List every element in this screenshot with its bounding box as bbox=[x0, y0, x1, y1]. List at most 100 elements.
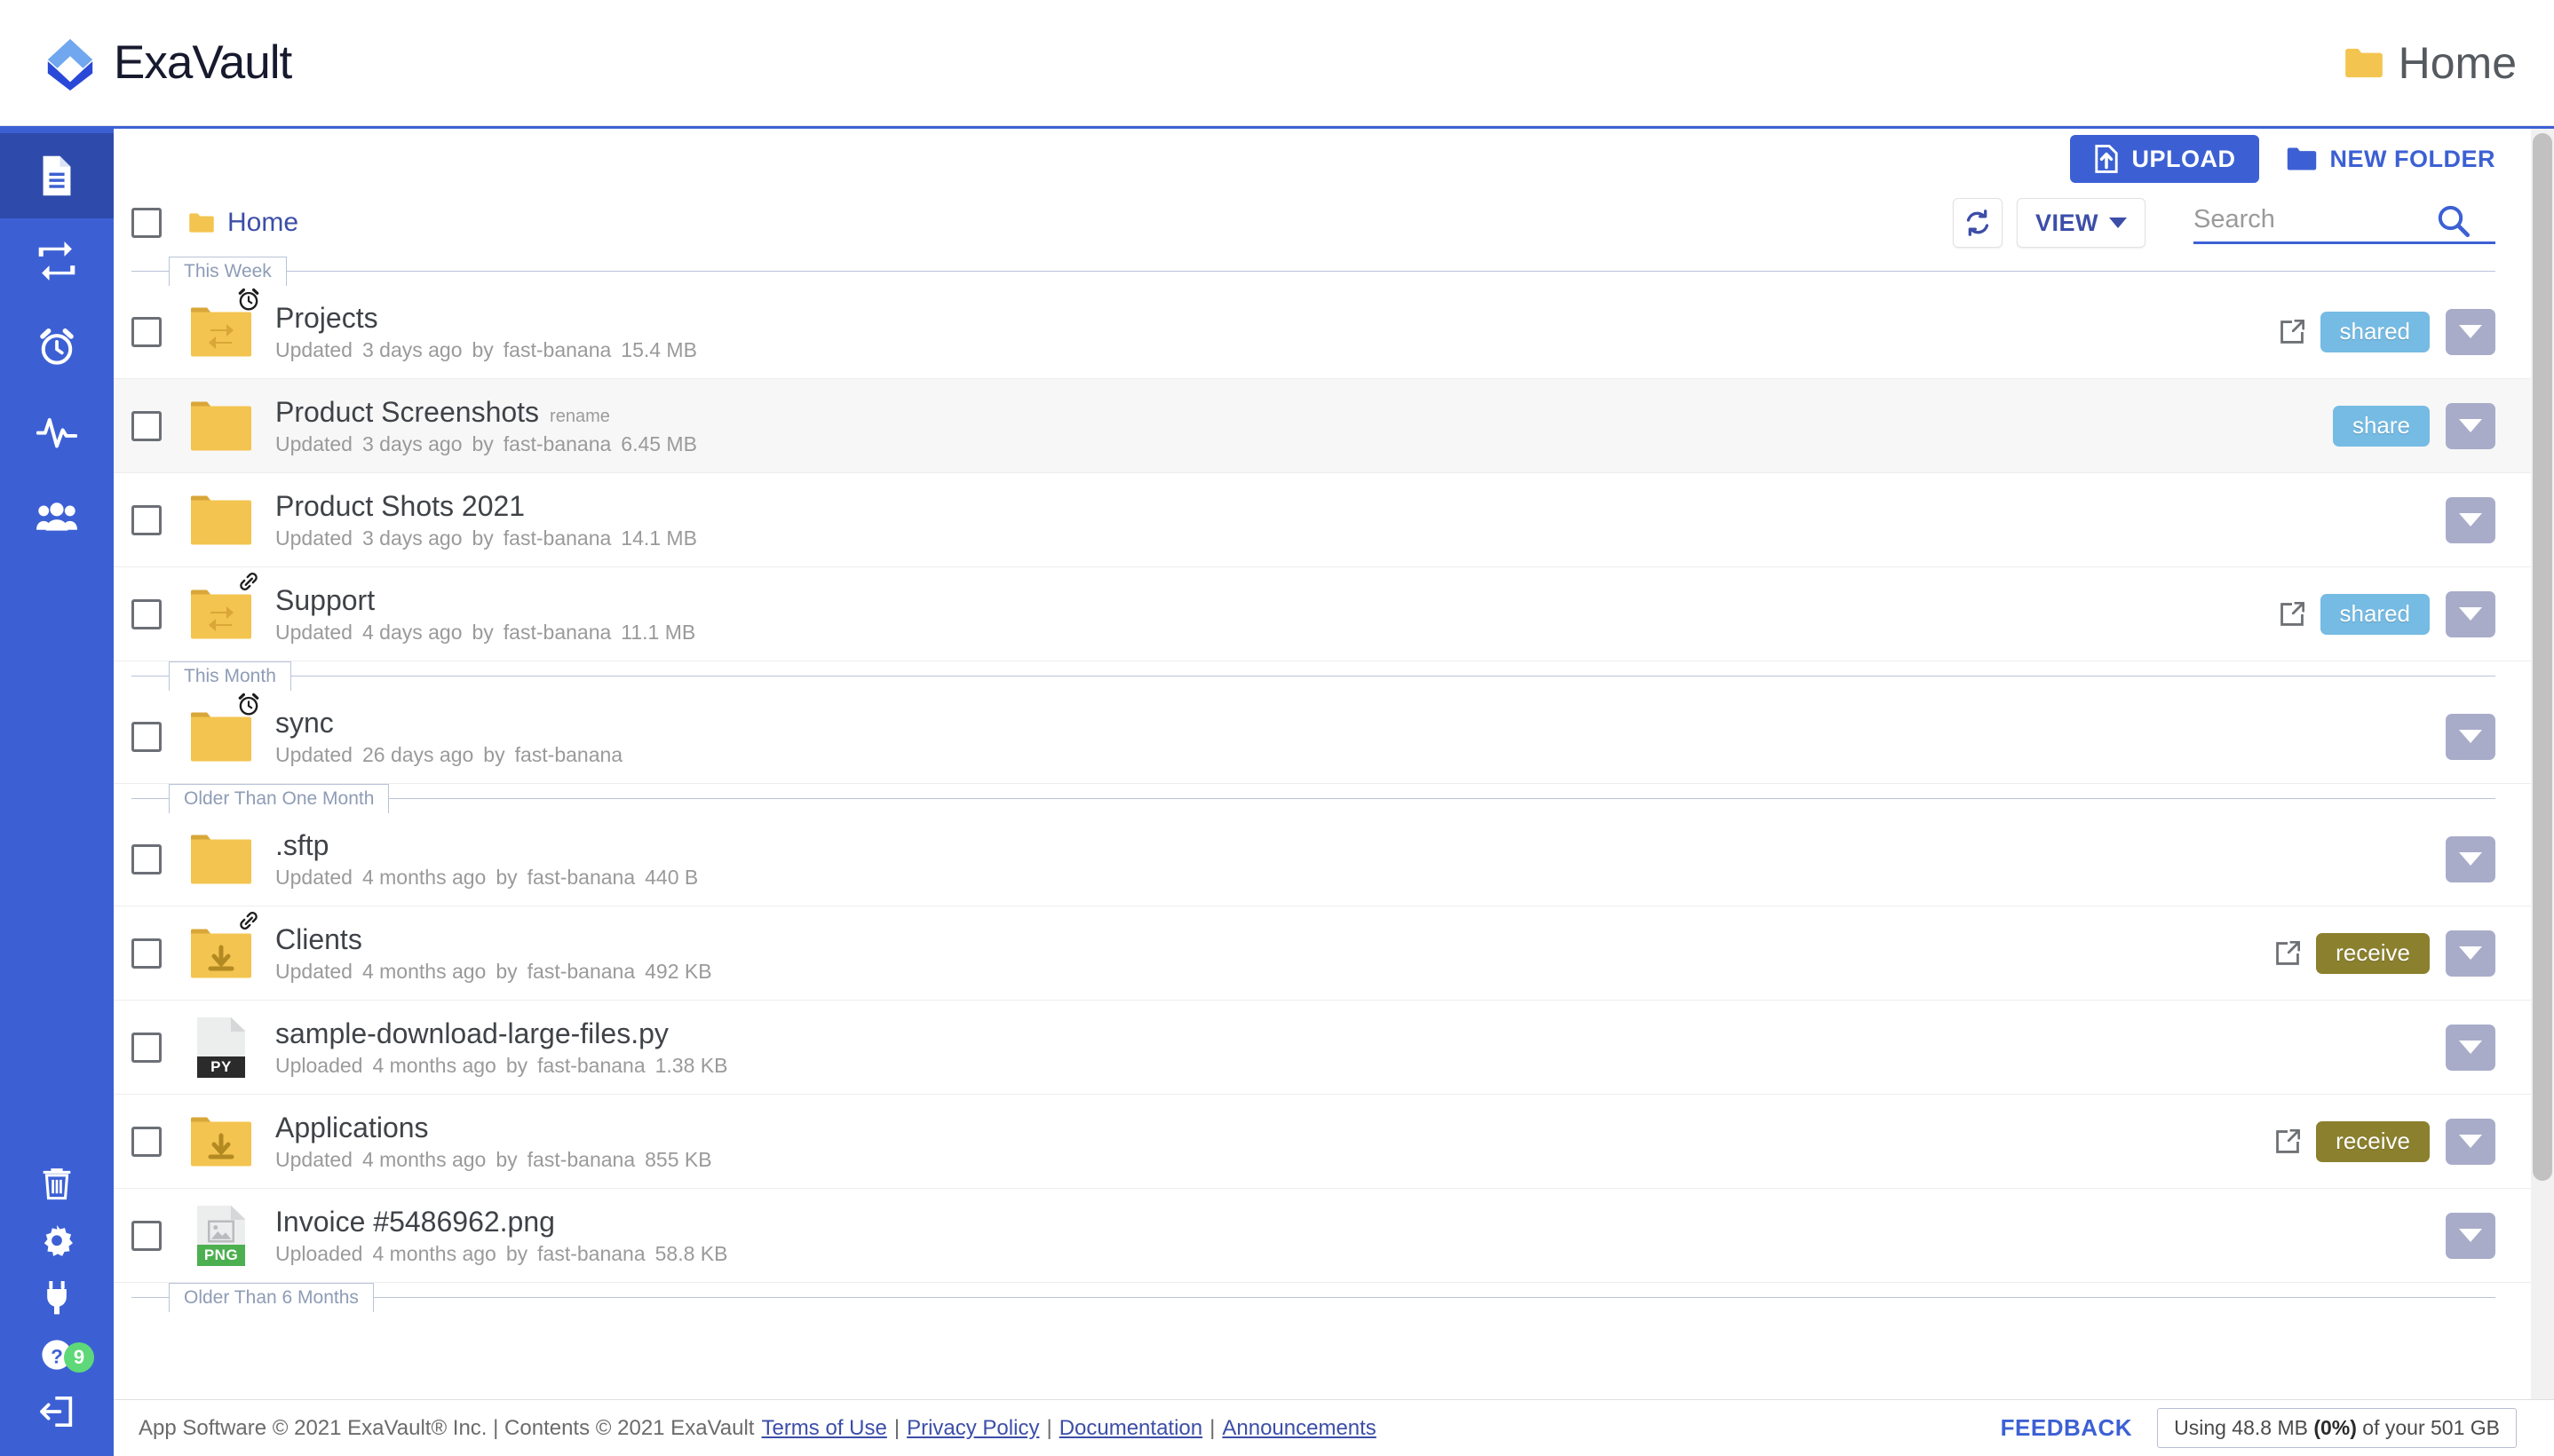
footer-right: FEEDBACK Using 48.8 MB (0%) of your 501 … bbox=[2001, 1408, 2517, 1448]
row-name[interactable]: Projects bbox=[275, 302, 378, 335]
row-name[interactable]: Product Shots 2021 bbox=[275, 490, 525, 523]
external-link-icon[interactable] bbox=[2280, 601, 2304, 627]
upload-file-icon bbox=[2094, 145, 2118, 173]
chevron-down-icon bbox=[2459, 852, 2482, 866]
row-menu-button[interactable] bbox=[2446, 1118, 2495, 1165]
table-row[interactable]: sync Updated 26 days ago by fast-banana bbox=[114, 690, 2554, 784]
row-menu-button[interactable] bbox=[2446, 402, 2495, 449]
sidebar-item-notifications[interactable] bbox=[0, 304, 114, 389]
row-name[interactable]: Invoice #5486962.png bbox=[275, 1206, 555, 1238]
sidebar-item-activity[interactable] bbox=[0, 389, 114, 474]
row-icon[interactable] bbox=[188, 393, 254, 459]
search-icon[interactable] bbox=[2435, 202, 2471, 238]
feedback-button[interactable]: FEEDBACK bbox=[2001, 1414, 2132, 1442]
brand-logo[interactable]: ExaVault bbox=[43, 36, 292, 91]
table-row[interactable]: Product Shots 2021 Updated 3 days ago by fas… bbox=[114, 473, 2554, 567]
row-icon[interactable] bbox=[188, 692, 259, 770]
row-icon[interactable]: PY bbox=[188, 1015, 254, 1080]
row-select-checkbox[interactable] bbox=[131, 721, 162, 752]
group-header: This Week bbox=[131, 257, 2554, 286]
help-badge-count: 9 bbox=[64, 1342, 94, 1373]
row-name[interactable]: Applications bbox=[275, 1112, 429, 1144]
breadcrumb-item-home[interactable]: Home bbox=[227, 208, 298, 238]
row-meta-part: by bbox=[505, 1053, 528, 1077]
footer-link-privacy[interactable]: Privacy Policy bbox=[907, 1416, 1039, 1441]
row-meta-part: by bbox=[496, 1147, 518, 1171]
rename-hint[interactable]: rename bbox=[550, 407, 610, 427]
table-row[interactable]: Support Updated 4 days ago by fast-banana 11.… bbox=[114, 567, 2554, 661]
footer-link-terms[interactable]: Terms of Use bbox=[761, 1416, 886, 1441]
table-row[interactable]: PNG Invoice #5486962.png Uploaded 4 months … bbox=[114, 1189, 2554, 1283]
row-menu-button[interactable] bbox=[2446, 590, 2495, 637]
row-select-checkbox[interactable] bbox=[131, 938, 162, 969]
upload-button[interactable]: UPLOAD bbox=[2069, 135, 2259, 183]
share-status-pill[interactable]: share bbox=[2332, 405, 2430, 447]
table-row[interactable]: .sftp Updated 4 months ago by fast-banana 440… bbox=[114, 812, 2554, 906]
sidebar-item-logout[interactable] bbox=[0, 1385, 114, 1438]
new-folder-button[interactable]: NEW FOLDER bbox=[2286, 135, 2496, 183]
row-name[interactable]: sync bbox=[275, 707, 334, 740]
row-menu-button[interactable] bbox=[2446, 1024, 2495, 1071]
table-row[interactable]: Projects Updated 3 days ago by fast-banana 15… bbox=[114, 285, 2554, 379]
copyright-text: App Software © 2021 ExaVault® Inc. | Con… bbox=[139, 1415, 755, 1440]
row-menu-button[interactable] bbox=[2446, 1212, 2495, 1259]
external-link-icon[interactable] bbox=[2275, 940, 2301, 966]
row-icon[interactable] bbox=[188, 827, 254, 892]
row-title: .sftp bbox=[275, 829, 698, 862]
sidebar-item-help[interactable]: ? 9 bbox=[0, 1328, 114, 1381]
footer-link-documentation[interactable]: Documentation bbox=[1059, 1416, 1202, 1441]
row-title: Clients bbox=[275, 923, 712, 956]
share-status-pill[interactable]: shared bbox=[2320, 593, 2430, 635]
storage-quota: Using 48.8 MB (0%) of your 501 GB bbox=[2157, 1408, 2517, 1448]
row-name[interactable]: .sftp bbox=[275, 829, 329, 862]
row-select-checkbox[interactable] bbox=[131, 1126, 162, 1157]
row-menu-button[interactable] bbox=[2446, 308, 2495, 355]
row-select-checkbox[interactable] bbox=[131, 504, 162, 535]
row-name[interactable]: Support bbox=[275, 584, 375, 617]
row-menu-button[interactable] bbox=[2446, 713, 2495, 760]
external-link-icon[interactable] bbox=[2275, 1128, 2301, 1154]
upload-button-label: UPLOAD bbox=[2131, 145, 2236, 172]
sidebar-item-integrations[interactable] bbox=[0, 1271, 114, 1325]
table-row[interactable]: Applications Updated 4 months ago by fast-ba… bbox=[114, 1095, 2554, 1189]
row-icon[interactable] bbox=[188, 572, 258, 647]
row-menu-button[interactable] bbox=[2446, 835, 2495, 882]
scrollbar-thumb[interactable] bbox=[2533, 133, 2552, 1181]
footer-sep: | bbox=[1210, 1415, 1216, 1440]
row-name[interactable]: Product Screenshots bbox=[275, 396, 539, 429]
row-select-checkbox[interactable] bbox=[131, 1220, 162, 1251]
row-icon[interactable] bbox=[188, 1109, 254, 1175]
row-select-checkbox[interactable] bbox=[131, 316, 162, 347]
sidebar-item-users[interactable] bbox=[0, 474, 114, 559]
row-meta: Uploaded 4 months ago by fast-banana 58.8 KB bbox=[275, 1242, 727, 1266]
select-all-checkbox[interactable] bbox=[131, 208, 162, 238]
row-icon[interactable] bbox=[188, 487, 254, 553]
share-status-pill[interactable]: receive bbox=[2316, 932, 2430, 974]
chevron-down-icon bbox=[2109, 218, 2127, 228]
sidebar-item-settings[interactable] bbox=[0, 1215, 114, 1268]
share-status-pill[interactable]: shared bbox=[2320, 311, 2430, 352]
row-icon[interactable] bbox=[188, 911, 258, 986]
external-link-icon[interactable] bbox=[2280, 319, 2304, 344]
row-icon[interactable]: PNG bbox=[188, 1203, 254, 1269]
row-select-checkbox[interactable] bbox=[131, 598, 162, 629]
view-dropdown-button[interactable]: VIEW bbox=[2016, 198, 2146, 248]
refresh-button[interactable] bbox=[1952, 198, 2003, 248]
row-select-checkbox[interactable] bbox=[131, 410, 162, 441]
table-row[interactable]: PY sample-download-large-files.py Uploaded… bbox=[114, 1001, 2554, 1095]
sidebar-item-transfers[interactable] bbox=[0, 218, 114, 304]
row-menu-button[interactable] bbox=[2446, 930, 2495, 977]
table-row[interactable]: Product Screenshots rename Updated 3 days a… bbox=[114, 379, 2554, 473]
table-row[interactable]: Clients Updated 4 months ago by fast-banana 4… bbox=[114, 906, 2554, 1001]
sidebar-item-files[interactable] bbox=[0, 133, 114, 218]
footer-link-announcements[interactable]: Announcements bbox=[1222, 1416, 1376, 1441]
row-menu-button[interactable] bbox=[2446, 496, 2495, 543]
share-status-pill[interactable]: receive bbox=[2316, 1120, 2430, 1162]
row-select-checkbox[interactable] bbox=[131, 1032, 162, 1063]
row-name[interactable]: sample-download-large-files.py bbox=[275, 1017, 669, 1050]
search-input[interactable] bbox=[2193, 205, 2435, 234]
row-icon[interactable] bbox=[188, 288, 259, 365]
row-name[interactable]: Clients bbox=[275, 923, 362, 956]
sidebar-item-trash[interactable] bbox=[0, 1158, 114, 1211]
row-select-checkbox[interactable] bbox=[131, 843, 162, 874]
